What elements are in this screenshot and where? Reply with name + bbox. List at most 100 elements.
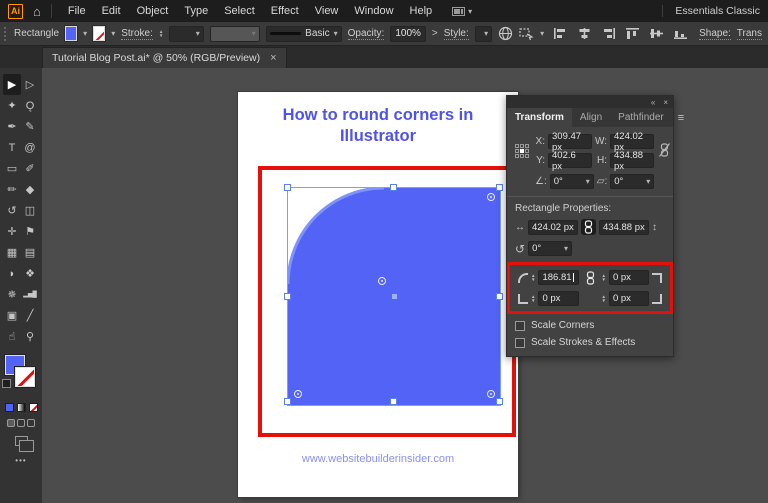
- none-button[interactable]: [29, 403, 38, 412]
- menu-select[interactable]: Select: [224, 5, 255, 17]
- h-value-field[interactable]: 434.88 px: [610, 153, 654, 168]
- stroke-weight-stepper[interactable]: ▲▼: [159, 30, 163, 38]
- select-similar-caret-icon[interactable]: ▾: [540, 29, 544, 38]
- opacity-expand-icon[interactable]: >: [432, 28, 438, 39]
- panel-menu-icon[interactable]: ≡: [672, 108, 690, 127]
- transform-label-partial[interactable]: Trans: [737, 28, 762, 40]
- column-graph-tool[interactable]: ▂▅█: [21, 284, 39, 305]
- w-value-field[interactable]: 424.02 px: [610, 134, 654, 149]
- selection-handle[interactable]: [496, 293, 503, 300]
- corner-tr-stepper[interactable]: ▲▼: [602, 274, 606, 282]
- menu-window[interactable]: Window: [354, 5, 393, 17]
- selection-handle[interactable]: [284, 398, 291, 405]
- slice-tool[interactable]: ╱: [21, 305, 39, 326]
- corner-radius-top-left-field[interactable]: 186.81: [538, 270, 578, 285]
- perspective-grid-tool[interactable]: ⚑: [21, 221, 39, 242]
- pen-tool[interactable]: ✒: [3, 116, 21, 137]
- gradient-tool[interactable]: ▤: [21, 242, 39, 263]
- y-value-field[interactable]: 402.6 px: [548, 153, 592, 168]
- shear-angle-select[interactable]: 0°▾: [610, 174, 654, 189]
- hand-tool[interactable]: ☝: [3, 326, 21, 347]
- selection-handle[interactable]: [496, 184, 503, 191]
- style-select[interactable]: ▾: [475, 26, 492, 42]
- menu-help[interactable]: Help: [410, 5, 433, 17]
- horizontal-align-right-icon[interactable]: [600, 27, 617, 40]
- symbol-sprayer-tool[interactable]: ✵: [3, 284, 21, 305]
- mesh-tool[interactable]: ▦: [3, 242, 21, 263]
- x-value-field[interactable]: 309.47 px: [548, 134, 592, 149]
- document-setup-icon[interactable]: [498, 26, 513, 41]
- fill-caret-icon[interactable]: ▾: [83, 29, 87, 38]
- selection-handle[interactable]: [284, 184, 291, 191]
- stroke-swatch[interactable]: [15, 367, 35, 387]
- menu-file[interactable]: File: [68, 5, 86, 17]
- corner-bl-stepper[interactable]: ▲▼: [531, 295, 535, 303]
- selection-tool[interactable]: ▶: [3, 74, 21, 95]
- draw-inside-button[interactable]: [27, 419, 35, 427]
- blend-tool[interactable]: ❖: [21, 263, 39, 284]
- eyedropper-tool[interactable]: ◗: [3, 263, 21, 284]
- free-transform-tool[interactable]: ✛: [3, 221, 21, 242]
- gradient-button[interactable]: [17, 403, 26, 412]
- corner-tl-stepper[interactable]: ▲▼: [531, 274, 535, 282]
- curvature-tool[interactable]: ✎: [21, 116, 39, 137]
- close-panel-icon[interactable]: ×: [663, 98, 668, 107]
- control-bar-grip[interactable]: [4, 27, 6, 41]
- draw-normal-button[interactable]: [7, 419, 15, 427]
- document-tab[interactable]: Tutorial Blog Post.ai* @ 50% (RGB/Previe…: [42, 47, 287, 68]
- scale-corners-checkbox[interactable]: [515, 321, 525, 331]
- corner-widget-bottom-right[interactable]: [487, 390, 495, 398]
- rotate-angle-select[interactable]: 0°▾: [550, 174, 594, 189]
- vertical-align-top-icon[interactable]: [624, 27, 641, 40]
- edit-toolbar-button[interactable]: •••: [15, 456, 26, 465]
- corner-widget-top-left[interactable]: [378, 277, 386, 285]
- type-tool[interactable]: T: [3, 137, 21, 158]
- selection-handle[interactable]: [390, 184, 397, 191]
- shape-label[interactable]: Shape:: [699, 28, 731, 40]
- opacity-label[interactable]: Opacity:: [348, 28, 385, 40]
- tab-transform[interactable]: Transform: [507, 108, 572, 127]
- brush-select[interactable]: Basic ▾: [266, 26, 342, 42]
- fill-color-swatch[interactable]: [65, 26, 77, 41]
- direct-selection-tool[interactable]: ▷: [21, 74, 39, 95]
- select-similar-icon[interactable]: [519, 27, 534, 40]
- collapse-panel-icon[interactable]: «: [651, 98, 655, 107]
- menu-view[interactable]: View: [315, 5, 339, 17]
- menu-object[interactable]: Object: [137, 5, 169, 17]
- rect-height-field[interactable]: 434.88 px: [599, 220, 649, 235]
- menu-effect[interactable]: Effect: [271, 5, 299, 17]
- color-button[interactable]: [5, 403, 14, 412]
- width-profile-select[interactable]: ▾: [210, 26, 260, 42]
- stroke-weight-select[interactable]: ▾: [169, 26, 203, 42]
- artboard-tool[interactable]: ▣: [3, 305, 21, 326]
- stroke-label[interactable]: Stroke:: [121, 28, 153, 40]
- eraser-tool[interactable]: ◆: [21, 179, 39, 200]
- corner-radius-top-right-field[interactable]: 0 px: [609, 270, 649, 285]
- selection-handle[interactable]: [390, 398, 397, 405]
- tab-pathfinder[interactable]: Pathfinder: [610, 108, 672, 127]
- artboard[interactable]: How to round corners in Illustrator: [238, 92, 518, 497]
- home-icon[interactable]: ⌂: [33, 5, 41, 18]
- corner-radius-bottom-right-field[interactable]: 0 px: [609, 291, 649, 306]
- maintain-dimensions-on-icon[interactable]: [581, 219, 596, 235]
- shape-builder-tool[interactable]: ◫: [21, 200, 39, 221]
- paintbrush-tool[interactable]: ✐: [21, 158, 39, 179]
- menu-edit[interactable]: Edit: [102, 5, 121, 17]
- style-label[interactable]: Style:: [444, 28, 469, 40]
- corner-widget-bottom-left[interactable]: [294, 390, 302, 398]
- default-fill-stroke-icon[interactable]: [2, 379, 11, 388]
- vertical-align-center-icon[interactable]: [648, 27, 665, 40]
- horizontal-align-center-icon[interactable]: [576, 27, 593, 40]
- selection-handle[interactable]: [496, 398, 503, 405]
- draw-behind-button[interactable]: [17, 419, 25, 427]
- tab-close-icon[interactable]: ×: [270, 52, 276, 64]
- rectangle-tool[interactable]: ▭: [3, 158, 21, 179]
- rect-width-field[interactable]: 424.02 px: [528, 220, 578, 235]
- lasso-tool[interactable]: Ǫ: [21, 95, 39, 116]
- workspace-name[interactable]: Essentials Classic: [662, 5, 760, 17]
- horizontal-align-left-icon[interactable]: [552, 27, 569, 40]
- constrain-proportions-off-icon[interactable]: [659, 143, 670, 160]
- workspace-switcher[interactable]: ▾: [452, 7, 472, 16]
- shape-center-point[interactable]: [392, 294, 397, 299]
- illustrator-logo[interactable]: Ai: [8, 4, 23, 19]
